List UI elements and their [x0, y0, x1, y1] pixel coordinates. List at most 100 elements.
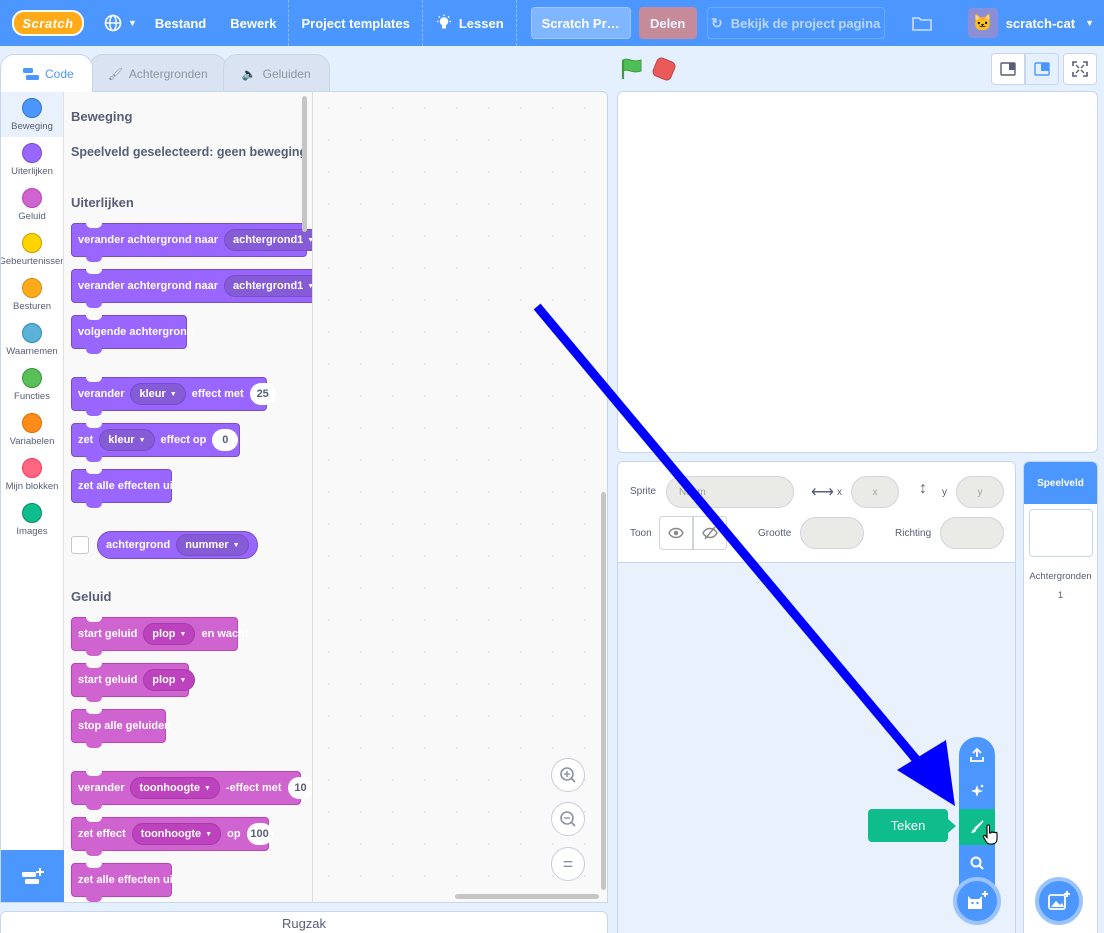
category-sound[interactable]: Geluid [1, 182, 63, 227]
palette-scrollbar[interactable] [302, 96, 307, 232]
pitch-value-input[interactable]: 100 [246, 823, 273, 845]
large-stage-icon [1034, 62, 1050, 76]
backdrop-number-reporter[interactable]: achtergrond nummer ▼ [97, 531, 258, 559]
project-title-input[interactable]: Scratch Pr… [530, 7, 631, 39]
stage-canvas[interactable] [617, 91, 1098, 453]
clear-effects-block[interactable]: zet alle effecten uit [71, 469, 176, 508]
block-text: stop alle geluiden [78, 720, 171, 732]
change-effect-block[interactable]: verander kleur ▼ effect met 25 [71, 377, 276, 416]
backdrop-dropdown[interactable]: achtergrond1▼ [224, 275, 312, 297]
add-backdrop-button[interactable] [1035, 877, 1083, 925]
sound-dropdown[interactable]: plop ▼ [143, 669, 196, 691]
variables-dot [22, 412, 42, 433]
chevron-down-icon: ▼ [179, 630, 187, 638]
tab-backdrops[interactable]: 🖌 Achtergronden [88, 54, 227, 92]
switch-backdrop-block[interactable]: verander achtergrond naar achtergrond1▼ [71, 223, 312, 262]
switch-backdrop-wait-block[interactable]: verander achtergrond naar achtergrond1▼ … [71, 269, 312, 308]
motion-stage-note: Speelveld geselecteerd: geen beweging [71, 145, 308, 159]
workspace-scrollbar-vertical[interactable] [601, 492, 606, 890]
add-extension-button[interactable] [1, 850, 64, 902]
category-variables[interactable]: Variabelen [1, 407, 63, 452]
stop-sounds-block[interactable]: stop alle geluiden [71, 709, 171, 748]
category-looks[interactable]: Uiterlijken [1, 137, 63, 182]
surprise-sprite-button[interactable] [959, 773, 995, 809]
backpack[interactable]: Rugzak [0, 911, 608, 933]
stop-icon[interactable] [650, 55, 678, 83]
x-field[interactable]: x [851, 476, 899, 508]
code-editor: Beweging Uiterlijken Geluid Gebeurteniss… [0, 91, 608, 903]
scratch-logo[interactable]: Scratch [12, 10, 84, 36]
size-label: Grootte [758, 528, 792, 539]
workspace-scrollbar-horizontal[interactable] [455, 894, 599, 899]
tab-code[interactable]: Code [0, 54, 93, 92]
effect-value-input[interactable]: 25 [249, 383, 276, 405]
tab-sounds[interactable]: 🔈 Geluiden [222, 54, 330, 92]
category-events[interactable]: Gebeurtenissen [1, 227, 63, 272]
category-sensing[interactable]: Waarnemen [1, 317, 63, 362]
backdrop-reporter-checkbox[interactable] [71, 536, 89, 554]
green-flag-icon[interactable] [620, 58, 644, 80]
chevron-down-icon: ▼ [179, 676, 187, 684]
edit-menu[interactable]: Bewerk [218, 0, 288, 46]
block-text: op [227, 828, 241, 840]
category-control[interactable]: Besturen [1, 272, 63, 317]
sound-dropdown[interactable]: plop ▼ [143, 623, 196, 645]
code-workspace[interactable]: = [313, 92, 607, 902]
add-sprite-button[interactable] [953, 877, 1001, 925]
file-menu[interactable]: Bestand [149, 0, 218, 46]
change-pitch-block[interactable]: verander toonhoogte ▼ -effect met 10 [71, 771, 312, 810]
next-backdrop-block[interactable]: volgende achtergrond [71, 315, 194, 354]
see-project-page-button[interactable]: ↻ Bekijk de project pagina [706, 7, 885, 39]
set-pitch-block[interactable]: zet effect toonhoogte ▼ op 100 [71, 817, 273, 856]
category-my-blocks[interactable]: Mijn blokken [1, 452, 63, 497]
share-button[interactable]: Delen [638, 7, 697, 39]
tutorials-button[interactable]: Lessen [423, 0, 516, 46]
effect-dropdown[interactable]: kleur ▼ [130, 383, 186, 405]
clear-sound-effects-block[interactable]: zet alle effecten uit [71, 863, 176, 902]
backdrop-dropdown[interactable]: achtergrond1▼ [224, 229, 312, 251]
search-icon [970, 856, 984, 870]
sprite-pane: Sprite Naam ⟷ x x ↕ y y Toon Grootte Ric… [617, 461, 1016, 933]
category-motion[interactable]: Beweging [1, 92, 63, 137]
choose-sprite-button[interactable] [959, 845, 995, 881]
direction-field[interactable] [940, 517, 1004, 549]
motion-dot [22, 97, 42, 118]
effect-value-input[interactable]: 0 [212, 429, 239, 451]
small-stage-button[interactable] [991, 53, 1025, 85]
language-menu[interactable]: ▼ [92, 0, 149, 46]
category-images[interactable]: Images [1, 497, 63, 542]
stage-selector[interactable]: Speelveld Achtergronden 1 [1023, 461, 1098, 933]
account-menu[interactable]: 🐱 scratch-cat ▼ [911, 0, 1104, 46]
block-text: effect op [160, 434, 207, 446]
upload-icon [970, 747, 984, 762]
category-operators[interactable]: Functies [1, 362, 63, 407]
y-field[interactable]: y [956, 476, 1004, 508]
equals-icon: = [562, 853, 574, 874]
block-text: effect met [191, 388, 244, 400]
category-label: Waarnemen [6, 345, 58, 357]
play-sound-block[interactable]: start geluid plop ▼ [71, 663, 196, 702]
play-sound-wait-block[interactable]: start geluid plop ▼ en wacht [71, 617, 249, 656]
sound-effect-dropdown[interactable]: toonhoogte ▼ [131, 823, 222, 845]
sound-effect-dropdown[interactable]: toonhoogte ▼ [130, 777, 220, 799]
hide-sprite-button[interactable] [693, 516, 727, 550]
sprite-name-field[interactable]: Naam [666, 476, 794, 508]
set-effect-block[interactable]: zet kleur ▼ effect op 0 [71, 423, 240, 462]
show-sprite-button[interactable] [659, 516, 693, 550]
zoom-reset-button[interactable]: = [551, 847, 585, 881]
folder-icon[interactable] [911, 15, 932, 31]
project-templates-menu[interactable]: Project templates [289, 0, 421, 46]
zoom-in-button[interactable] [551, 758, 585, 792]
block-text: zet [78, 434, 94, 446]
sprite-label: Sprite [630, 486, 657, 497]
fullscreen-button[interactable] [1063, 53, 1097, 85]
backdrop-info-dropdown[interactable]: nummer ▼ [176, 534, 249, 556]
pitch-value-input[interactable]: 10 [287, 777, 312, 799]
add-sprite-menu [959, 737, 995, 897]
size-field[interactable] [800, 517, 864, 549]
upload-sprite-button[interactable] [959, 737, 995, 773]
zoom-out-button[interactable] [551, 802, 585, 836]
effect-dropdown[interactable]: kleur ▼ [99, 429, 155, 451]
category-label: Besturen [12, 300, 52, 312]
large-stage-button[interactable] [1025, 53, 1059, 85]
